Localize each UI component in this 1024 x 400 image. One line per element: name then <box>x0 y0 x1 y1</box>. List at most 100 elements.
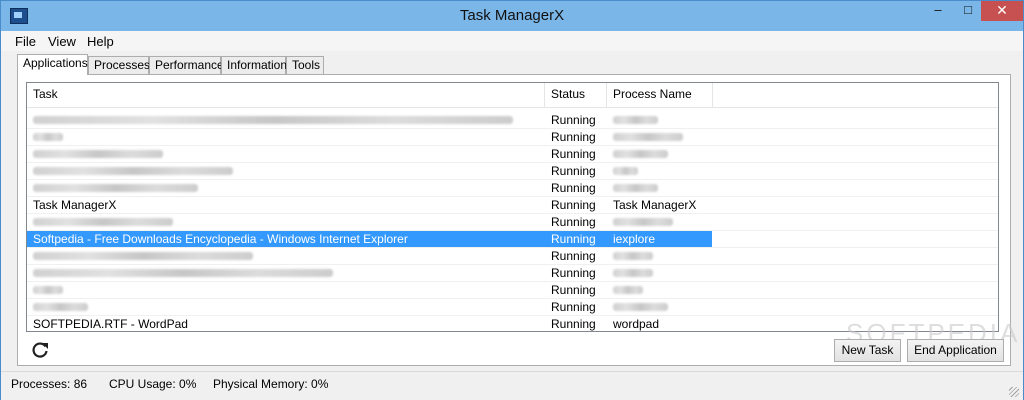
cell-task <box>27 299 545 316</box>
cell-status: Running <box>551 283 596 297</box>
menu-help[interactable]: Help <box>87 34 114 49</box>
tab-processes[interactable]: Processes <box>88 56 150 74</box>
redacted-text <box>613 252 653 260</box>
redacted-text <box>613 167 638 175</box>
cell-task <box>27 265 545 282</box>
redacted-text <box>33 269 333 277</box>
table-row[interactable]: Softpedia - Free Downloads Encyclopedia … <box>27 231 712 248</box>
cell-task: Task ManagerX <box>33 198 117 212</box>
cell-task <box>27 180 545 197</box>
menu-view[interactable]: View <box>48 34 76 49</box>
cell-task <box>27 214 545 231</box>
cell-process-name: wordpad <box>613 317 660 331</box>
refresh-icon[interactable] <box>30 340 50 360</box>
redacted-text <box>33 167 233 175</box>
status-bar: Processes: 86 CPU Usage: 0% Physical Mem… <box>1 371 1023 400</box>
cell-task <box>27 146 545 163</box>
redacted-text <box>613 116 658 124</box>
tab-tools[interactable]: Tools <box>286 56 324 74</box>
cell-task <box>27 129 545 146</box>
redacted-text <box>613 218 673 226</box>
status-processes: Processes: 86 <box>11 377 88 391</box>
end-application-button[interactable]: End Application <box>907 339 1004 362</box>
table-row[interactable]: Running <box>27 180 712 197</box>
table-row[interactable]: SOFTPEDIA.RTF - WordPad Running wordpad <box>27 316 712 331</box>
close-button[interactable]: ✕ <box>981 1 1023 21</box>
redacted-text <box>613 286 643 294</box>
cell-task <box>27 248 545 265</box>
cell-process-name <box>607 248 712 265</box>
table-row[interactable]: Task ManagerX Running Task ManagerX <box>27 197 712 214</box>
table-row[interactable]: Running <box>27 282 712 299</box>
redacted-text <box>613 303 668 311</box>
table-row[interactable]: Running <box>27 163 712 180</box>
cell-process-name <box>607 112 712 129</box>
cell-process-name: Task ManagerX <box>613 198 697 212</box>
cell-status: Running <box>551 181 596 195</box>
cell-status: Running <box>551 164 596 178</box>
menu-bar: File View Help <box>1 31 1023 51</box>
cell-status: Running <box>551 147 596 161</box>
table-row[interactable]: Running <box>27 146 712 163</box>
redacted-text <box>613 150 668 158</box>
redacted-text <box>613 133 683 141</box>
column-header-process-name[interactable]: Process Name <box>607 83 713 107</box>
redacted-text <box>613 269 653 277</box>
cell-task <box>27 112 545 129</box>
cell-process-name <box>607 146 712 163</box>
redacted-text <box>33 133 63 141</box>
column-header-task[interactable]: Task <box>27 83 545 107</box>
status-physical-memory: Physical Memory: 0% <box>213 377 329 391</box>
cell-status: Running <box>551 232 596 246</box>
cell-process-name <box>607 282 712 299</box>
redacted-text <box>33 303 88 311</box>
cell-process-name: iexplore <box>613 232 656 246</box>
task-manager-window: Task ManagerX – □ ✕ File View Help Appli… <box>0 0 1024 400</box>
cell-status: Running <box>551 130 596 144</box>
table-row[interactable]: Running <box>27 112 712 129</box>
cell-process-name <box>607 265 712 282</box>
cell-status: Running <box>551 266 596 280</box>
cell-status: Running <box>551 215 596 229</box>
redacted-text <box>33 252 253 260</box>
table-row[interactable]: Running <box>27 265 712 282</box>
title-bar[interactable]: Task ManagerX – □ ✕ <box>1 1 1023 31</box>
minimize-button[interactable]: – <box>923 1 953 21</box>
cell-task <box>27 163 545 180</box>
list-header: Task Status Process Name <box>27 83 998 108</box>
redacted-text <box>33 150 163 158</box>
task-list[interactable]: Task Status Process Name Running Running R… <box>26 82 999 332</box>
applications-panel: Task Status Process Name Running Running R… <box>17 74 1017 366</box>
table-row[interactable]: Running <box>27 299 712 316</box>
tab-applications[interactable]: Applications <box>17 54 88 75</box>
cell-task <box>27 282 545 299</box>
cell-status: Running <box>551 317 596 331</box>
redacted-text <box>33 286 63 294</box>
tab-information[interactable]: Information <box>221 56 287 74</box>
new-task-button[interactable]: New Task <box>834 339 901 362</box>
tab-performance[interactable]: Performance <box>149 56 224 74</box>
column-header-status[interactable]: Status <box>545 83 607 107</box>
cell-task: SOFTPEDIA.RTF - WordPad <box>33 317 188 331</box>
cell-status: Running <box>551 198 596 212</box>
redacted-text <box>33 116 513 124</box>
redacted-text <box>613 184 658 192</box>
cell-status: Running <box>551 300 596 314</box>
cell-process-name <box>607 129 712 146</box>
redacted-text <box>33 218 173 226</box>
cell-task: Softpedia - Free Downloads Encyclopedia … <box>33 232 408 246</box>
table-row[interactable]: Running <box>27 129 712 146</box>
cell-status: Running <box>551 249 596 263</box>
cell-status: Running <box>551 113 596 127</box>
table-row[interactable]: Running <box>27 214 712 231</box>
table-row[interactable]: Running <box>27 248 712 265</box>
redacted-text <box>33 184 198 192</box>
maximize-button[interactable]: □ <box>953 1 983 21</box>
cell-process-name <box>607 180 712 197</box>
menu-file[interactable]: File <box>15 34 36 49</box>
window-title: Task ManagerX <box>459 7 565 24</box>
resize-grip[interactable] <box>1009 387 1019 397</box>
cell-process-name <box>607 299 712 316</box>
cell-process-name <box>607 214 712 231</box>
status-cpu-usage: CPU Usage: 0% <box>109 377 197 391</box>
